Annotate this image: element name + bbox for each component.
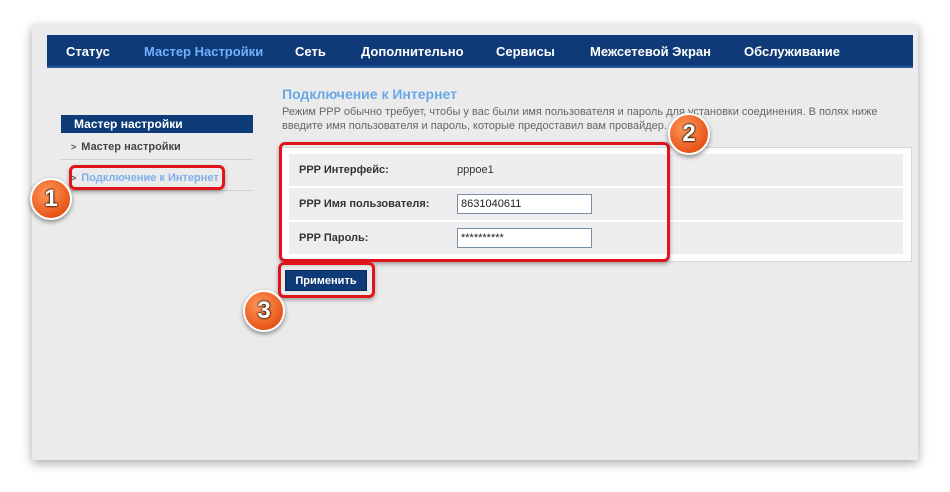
nav-status[interactable]: Статус: [66, 35, 110, 68]
highlight-box-apply: [278, 262, 375, 298]
annotation-badge-1: 1: [30, 178, 72, 220]
nav-maintenance[interactable]: Обслуживание: [744, 35, 840, 68]
arrow-right-icon: >: [71, 142, 77, 152]
annotation-badge-2: 2: [668, 113, 710, 155]
sidebar-item-label: Мастер настройки: [81, 141, 181, 153]
nav-setup-wizard[interactable]: Мастер Настройки: [144, 35, 263, 68]
nav-firewall[interactable]: Межсетевой Экран: [590, 35, 711, 68]
page-title: Подключение к Интернет: [282, 86, 457, 102]
nav-services[interactable]: Сервисы: [496, 35, 555, 68]
nav-network[interactable]: Сеть: [295, 35, 326, 68]
sidebar-item-setup-wizard[interactable]: > Мастер настройки: [61, 135, 253, 160]
nav-advanced[interactable]: Дополнительно: [361, 35, 464, 68]
highlight-box-sidebar: [69, 165, 225, 190]
highlight-box-form: [279, 142, 670, 262]
annotation-badge-3: 3: [243, 290, 285, 332]
page-description: Режим PPP обычно требует, чтобы у вас бы…: [282, 106, 878, 132]
top-navigation-bar: Статус Мастер Настройки Сеть Дополнитель…: [47, 35, 913, 68]
sidebar-title: Мастер настройки: [61, 115, 253, 133]
